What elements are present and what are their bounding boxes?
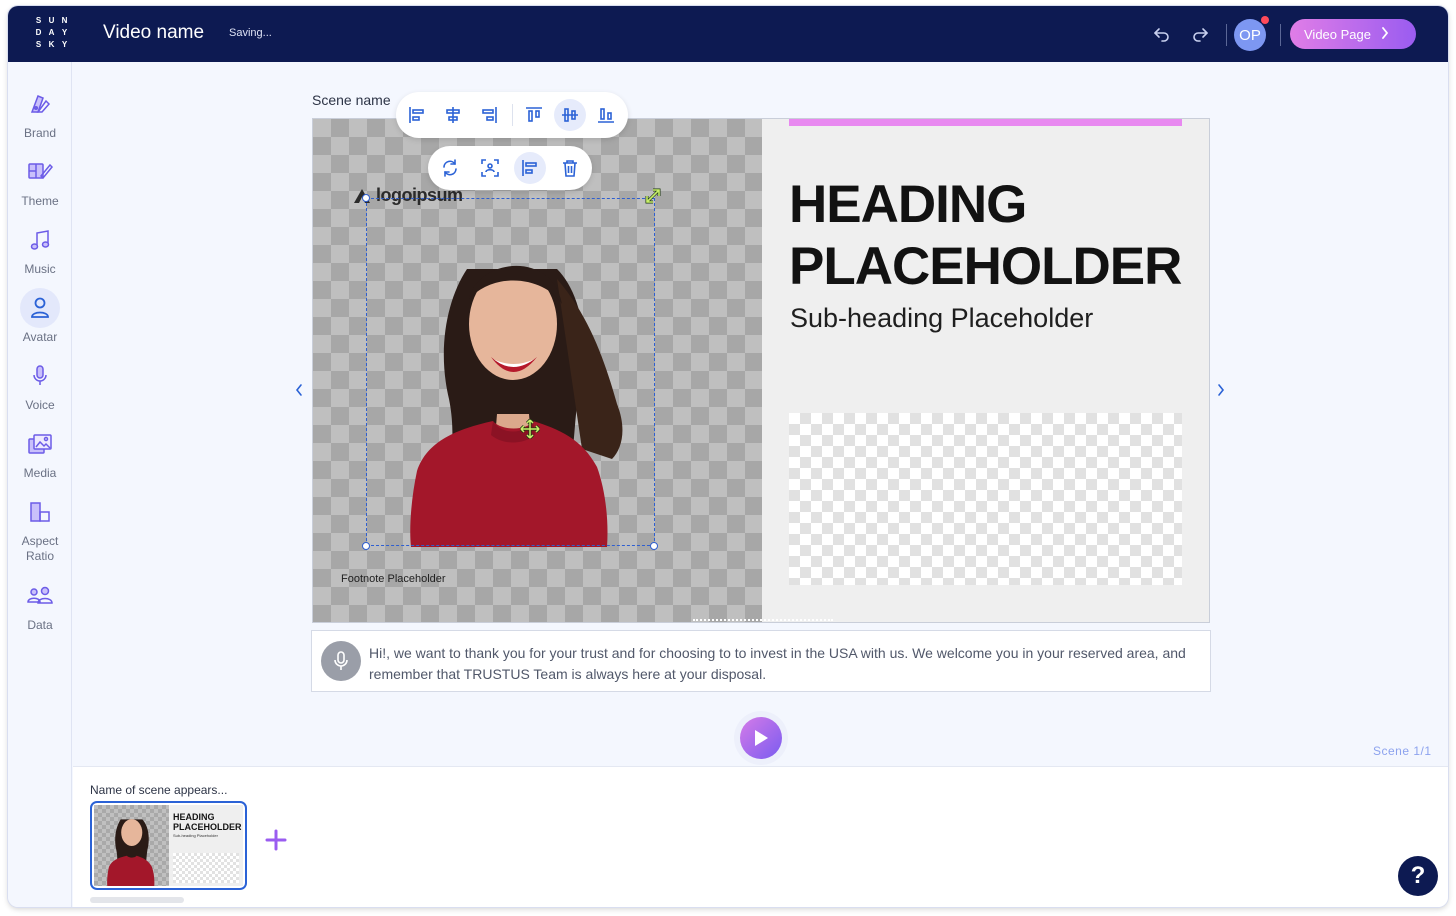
logo-letter: S	[35, 16, 42, 25]
sidebar-item-aspect-ratio[interactable]: Aspect Ratio	[8, 492, 72, 564]
play-button[interactable]	[740, 717, 782, 759]
thumbnail-avatar-area	[94, 805, 169, 886]
scene-timeline: Name of scene appears... HEADING PLACEHO…	[73, 766, 1448, 907]
add-scene-button[interactable]	[263, 827, 289, 853]
redo-icon[interactable]	[1188, 22, 1212, 46]
thumbnail-heading: HEADING PLACEHOLDER	[173, 812, 242, 832]
next-scene-arrow[interactable]	[1216, 383, 1226, 402]
theme-icon	[20, 152, 60, 192]
music-note-icon	[20, 220, 60, 260]
help-button[interactable]: ?	[1398, 856, 1438, 896]
scene-count: Scene 1/1	[1373, 744, 1432, 758]
subheading-text[interactable]: Sub-heading Placeholder	[790, 303, 1093, 334]
focus-icon[interactable]	[474, 152, 506, 184]
chevron-right-icon	[1381, 26, 1389, 42]
sidebar-item-avatar[interactable]: Avatar	[8, 288, 72, 345]
sidebar-item-label: Theme	[21, 194, 59, 208]
align-center-vertical-icon[interactable]	[554, 99, 586, 131]
resize-handle-bottom-left[interactable]	[362, 542, 370, 550]
logo-letter: S	[35, 40, 42, 49]
sidebar-item-label: Music	[24, 262, 56, 276]
sidebar-item-label: Voice	[25, 398, 55, 412]
sidebar-item-brand[interactable]: Brand	[8, 84, 72, 141]
logo-letter: N	[61, 16, 68, 25]
scene-name[interactable]: Scene name	[312, 92, 391, 108]
left-sidebar: Brand Theme Music Avatar Voice Media Asp…	[8, 62, 72, 907]
sundaysky-logo[interactable]: S U N D A Y S K Y	[32, 16, 72, 49]
sidebar-item-media[interactable]: Media	[8, 424, 72, 481]
media-gallery-icon	[20, 424, 60, 464]
palette-icon	[20, 84, 60, 124]
narration-text[interactable]: Hi!, we want to thank you for your trust…	[369, 643, 1199, 685]
avatar-selection-box[interactable]	[366, 198, 655, 546]
toolbar-divider	[512, 104, 513, 126]
align-toolbar	[396, 92, 628, 138]
app-window: S U N D A Y S K Y Video name Saving... O…	[8, 6, 1448, 907]
sidebar-item-voice[interactable]: Voice	[8, 356, 72, 413]
video-page-label: Video Page	[1304, 26, 1371, 42]
canvas-dots-divider	[693, 619, 833, 622]
resize-handle-top-left[interactable]	[362, 194, 370, 202]
top-header: S U N D A Y S K Y Video name Saving... O…	[8, 6, 1448, 62]
align-top-icon[interactable]	[518, 99, 550, 131]
accent-bar	[789, 119, 1182, 126]
person-icon	[20, 288, 60, 328]
scene-canvas[interactable]: logoipsum Footnote Placeholder HEADING P…	[312, 118, 1210, 623]
media-placeholder[interactable]	[789, 413, 1182, 585]
sidebar-item-music[interactable]: Music	[8, 220, 72, 277]
sidebar-item-theme[interactable]: Theme	[8, 152, 72, 209]
aspect-ratio-icon	[20, 492, 60, 532]
thumbnail-subheading: Sub-heading Placeholder	[173, 833, 218, 838]
header-divider	[1226, 24, 1227, 46]
logo-letter: K	[48, 40, 55, 49]
scene-thumbnail[interactable]: HEADING PLACEHOLDER Sub-heading Placehol…	[90, 801, 247, 890]
logo-letter: Y	[61, 40, 68, 49]
sidebar-item-data[interactable]: Data	[8, 576, 72, 633]
content-area: HEADING PLACEHOLDER Sub-heading Placehol…	[762, 119, 1209, 622]
thumbnail-media-placeholder	[173, 853, 239, 883]
logo-letter: U	[48, 16, 55, 25]
sidebar-item-label: Data	[27, 618, 53, 632]
heading-text[interactable]: HEADING PLACEHOLDER	[789, 174, 1199, 298]
logo-letter: Y	[61, 28, 68, 37]
thumbnail-scrollbar[interactable]	[90, 897, 184, 903]
move-cursor-icon	[519, 418, 541, 444]
align-left-icon[interactable]	[514, 152, 546, 184]
logo-letter: A	[48, 28, 55, 37]
plus-icon	[265, 829, 287, 851]
thumbnail-person-image	[107, 819, 155, 886]
play-icon	[755, 730, 768, 746]
sidebar-item-label: Aspect Ratio	[21, 534, 59, 563]
sidebar-item-label: Avatar	[22, 330, 58, 344]
resize-handle-bottom-right[interactable]	[650, 542, 658, 550]
sidebar-item-label: Brand	[23, 126, 57, 140]
thumbnail-content-area: HEADING PLACEHOLDER Sub-heading Placehol…	[169, 805, 243, 886]
microphone-icon	[20, 356, 60, 396]
replace-icon[interactable]	[434, 152, 466, 184]
footnote-text[interactable]: Footnote Placeholder	[341, 573, 446, 585]
narration-box[interactable]: Hi!, we want to thank you for your trust…	[311, 630, 1211, 692]
users-data-icon	[20, 576, 60, 616]
sidebar-item-label: Media	[23, 466, 57, 480]
trash-icon[interactable]	[554, 152, 586, 184]
align-bottom-icon[interactable]	[590, 99, 622, 131]
align-center-horizontal-icon[interactable]	[437, 99, 469, 131]
user-avatar[interactable]: OP	[1234, 19, 1266, 51]
align-left-icon[interactable]	[401, 99, 433, 131]
video-page-button[interactable]: Video Page	[1290, 19, 1416, 49]
avatar-area[interactable]: logoipsum Footnote Placeholder	[313, 119, 762, 622]
microphone-button[interactable]	[321, 641, 361, 681]
align-right-icon[interactable]	[473, 99, 505, 131]
logo-letter: D	[35, 28, 42, 37]
undo-icon[interactable]	[1150, 22, 1174, 46]
resize-diagonal-icon[interactable]	[644, 187, 662, 210]
video-title[interactable]: Video name	[103, 22, 204, 44]
notification-dot	[1261, 16, 1269, 24]
saving-status: Saving...	[229, 27, 272, 39]
header-divider	[1280, 24, 1281, 46]
element-action-toolbar	[428, 146, 592, 190]
previous-scene-arrow[interactable]	[294, 383, 304, 402]
scene-title-text[interactable]: Name of scene appears...	[90, 783, 227, 797]
